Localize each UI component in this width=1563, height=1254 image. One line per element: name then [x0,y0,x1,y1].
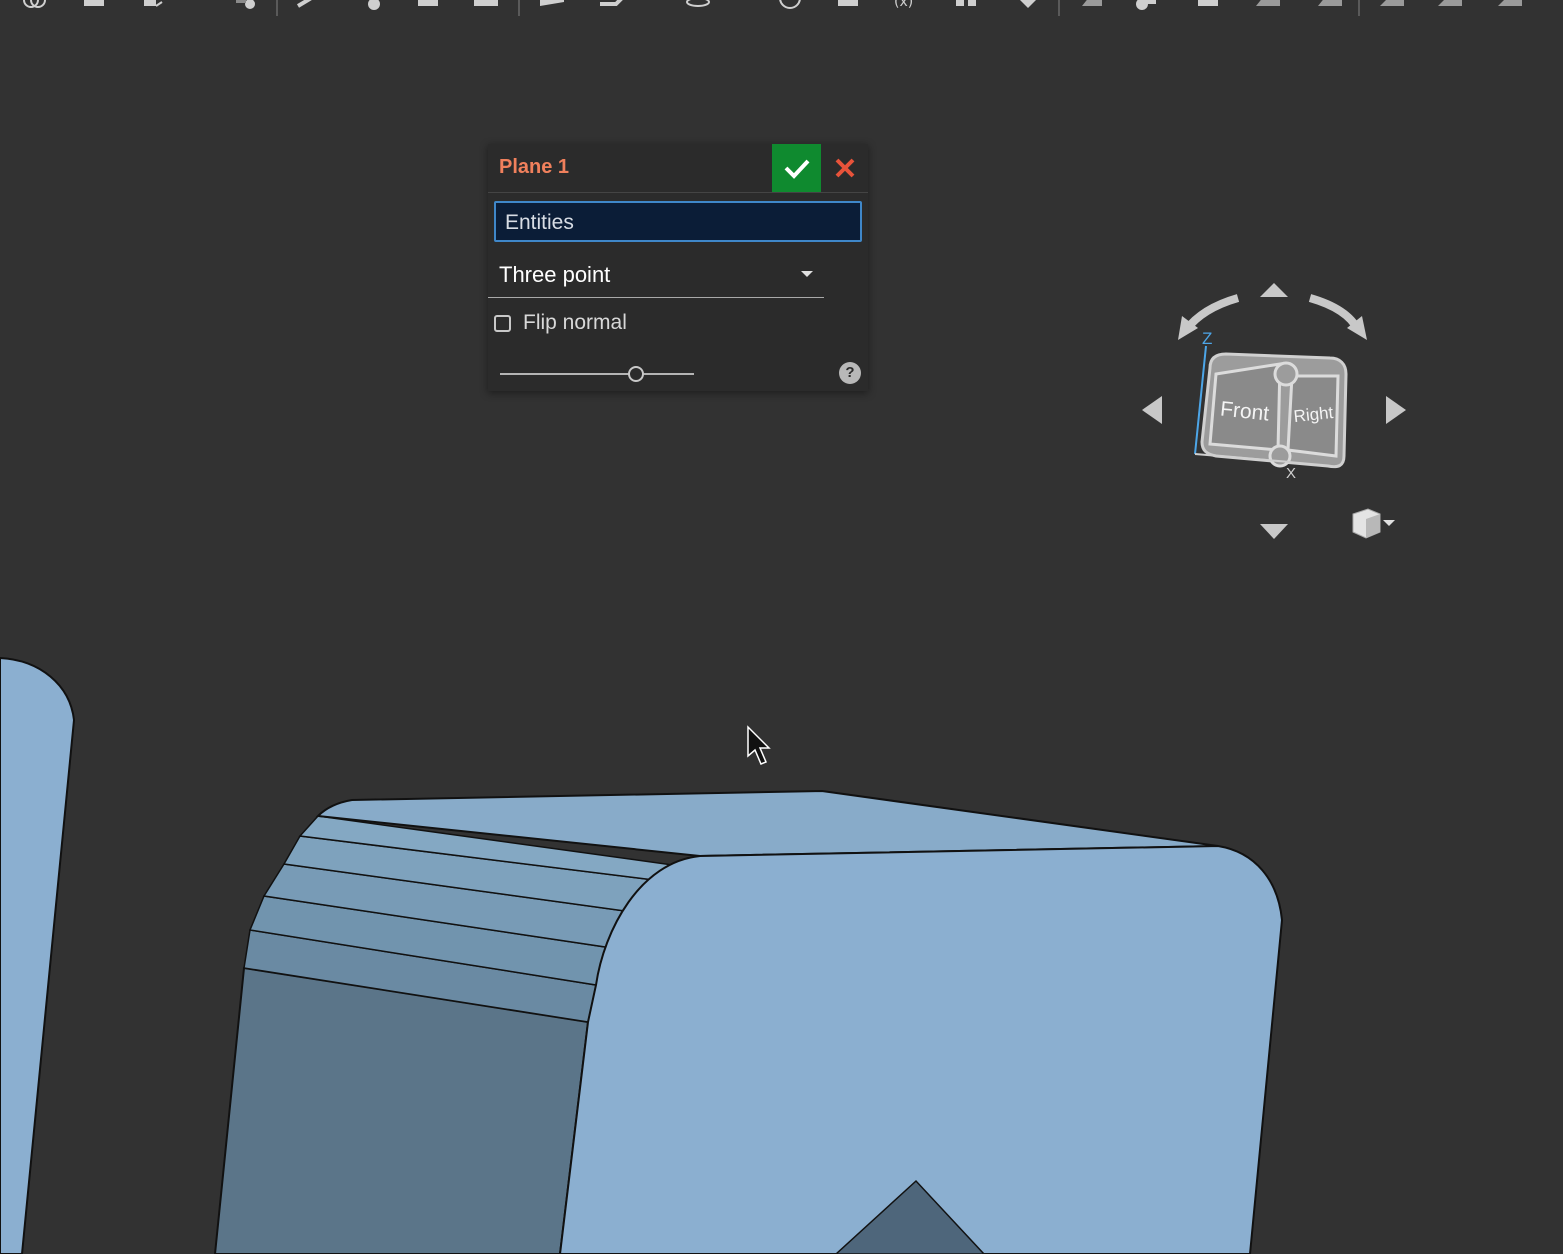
rotate-up-arrow[interactable] [1260,283,1288,297]
view-options-menu[interactable] [1352,508,1395,539]
dialog-divider [488,192,868,193]
z-axis-label: Z [1202,329,1212,348]
rotate-left-arrow[interactable] [1142,396,1162,424]
plane-type-select[interactable]: Three point [488,256,824,298]
entities-selection-field[interactable]: Entities [494,201,862,242]
view-cube-corner[interactable] [1273,361,1299,387]
flip-normal-label: Flip normal [523,311,627,334]
checkmark-icon [784,159,809,179]
rotate-down-arrow[interactable] [1260,524,1288,539]
plane-feature-dialog: Plane 1 Entities Three point Flip normal… [488,144,868,391]
dialog-title: Plane 1 [499,156,570,178]
chevron-down-icon [801,271,813,277]
accept-button[interactable] [772,144,821,192]
cancel-button[interactable] [821,144,868,192]
rotate-right-arrow[interactable] [1386,396,1406,424]
view-cube-navigator: Front Right Z X [1142,283,1406,539]
mouse-cursor [747,725,771,765]
plane-size-slider-track[interactable] [500,373,694,375]
view-cube-corner[interactable] [1268,444,1292,468]
help-icon[interactable]: ? [839,362,861,384]
plane-type-value: Three point [499,262,611,287]
chevron-down-icon [1383,520,1395,526]
flip-normal-checkbox[interactable] [494,315,511,332]
plane-size-slider-thumb[interactable] [628,366,644,382]
close-icon [835,158,854,178]
x-axis-label: X [1286,465,1296,482]
left-part-face[interactable] [0,656,76,1254]
